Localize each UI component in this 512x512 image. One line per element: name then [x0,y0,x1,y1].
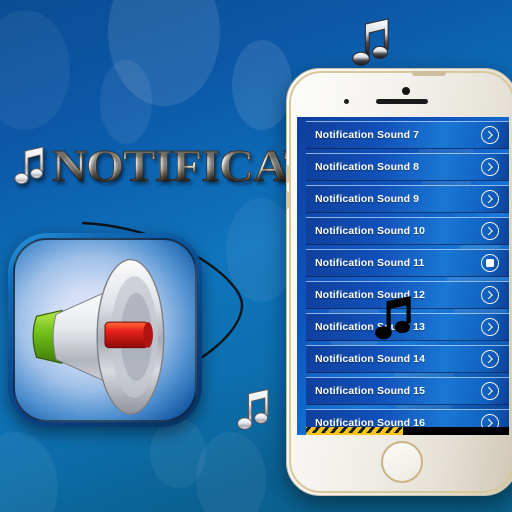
earpiece-speaker [376,99,428,104]
proximity-sensor [344,99,349,104]
list-item-label: Notification Sound 14 [315,353,426,365]
bokeh-circle [108,0,220,106]
beamed-music-note-icon [14,146,44,185]
list-item-label: Notification Sound 11 [315,257,425,269]
front-camera [402,87,410,95]
phone-mockup: Notification Sound 7 Notification Sound 8… [286,68,512,496]
chevron-right-icon [484,290,493,300]
chevron-right-button[interactable] [481,126,499,144]
app-screenshot: NOTIFICATION Notification Sound 7 Notifi… [0,0,512,512]
list-item-label: Notification Sound 15 [315,385,426,397]
chevron-right-button[interactable] [481,286,499,304]
chevron-right-icon [484,130,493,140]
list-item-label: Notification Sound 9 [315,193,420,205]
chevron-right-icon [484,322,493,332]
list-item-label: Notification Sound 13 [315,321,426,333]
list-item[interactable]: Notification Sound 14 [306,345,509,373]
volume-up-button[interactable] [287,165,289,183]
chevron-right-button[interactable] [481,318,499,336]
chevron-right-button[interactable] [481,190,499,208]
megaphone-app-icon[interactable] [8,233,202,427]
bokeh-circle [0,432,58,512]
megaphone-icon [32,258,165,415]
stop-button[interactable] [481,254,499,272]
list-item[interactable]: Notification Sound 10 [306,217,509,245]
beamed-music-note-icon [237,388,269,430]
list-item-label: Notification Sound 12 [315,289,426,301]
beamed-music-note-icon [352,18,389,66]
chevron-right-icon [484,162,493,172]
bokeh-circle [0,10,70,130]
chevron-right-icon [484,194,493,204]
app-icon-inner [13,238,197,422]
bokeh-circle [150,418,206,488]
list-item[interactable]: Notification Sound 7 [306,121,509,149]
chevron-right-icon [484,386,493,396]
list-item-label: Notification Sound 7 [315,129,420,141]
chevron-right-icon [484,418,493,428]
bokeh-circle [100,60,152,144]
power-button[interactable] [412,71,446,76]
list-item[interactable]: Notification Sound 15 [306,377,509,405]
chevron-right-icon [484,226,493,236]
playback-progress-bar[interactable] [306,427,509,435]
bokeh-circle [196,432,266,512]
volume-down-button[interactable] [287,191,289,209]
chevron-right-button[interactable] [481,222,499,240]
list-item[interactable]: Notification Sound 8 [306,153,509,181]
list-item[interactable]: Notification Sound 13 [306,313,509,341]
chevron-right-button[interactable] [481,158,499,176]
bokeh-circle [232,40,292,130]
phone-screen: Notification Sound 7 Notification Sound 8… [297,117,509,435]
list-item[interactable]: Notification Sound 11 [306,249,509,277]
home-button[interactable] [381,441,423,483]
chevron-right-button[interactable] [481,382,499,400]
list-item-label: Notification Sound 10 [315,225,426,237]
chevron-right-button[interactable] [481,350,499,368]
notification-sound-list[interactable]: Notification Sound 7 Notification Sound 8… [297,117,509,435]
playback-progress-fill [306,427,404,435]
list-item[interactable]: Notification Sound 12 [306,281,509,309]
list-item[interactable]: Notification Sound 9 [306,185,509,213]
list-item-label: Notification Sound 8 [315,161,420,173]
stop-square-icon [486,259,494,267]
chevron-right-icon [484,354,493,364]
